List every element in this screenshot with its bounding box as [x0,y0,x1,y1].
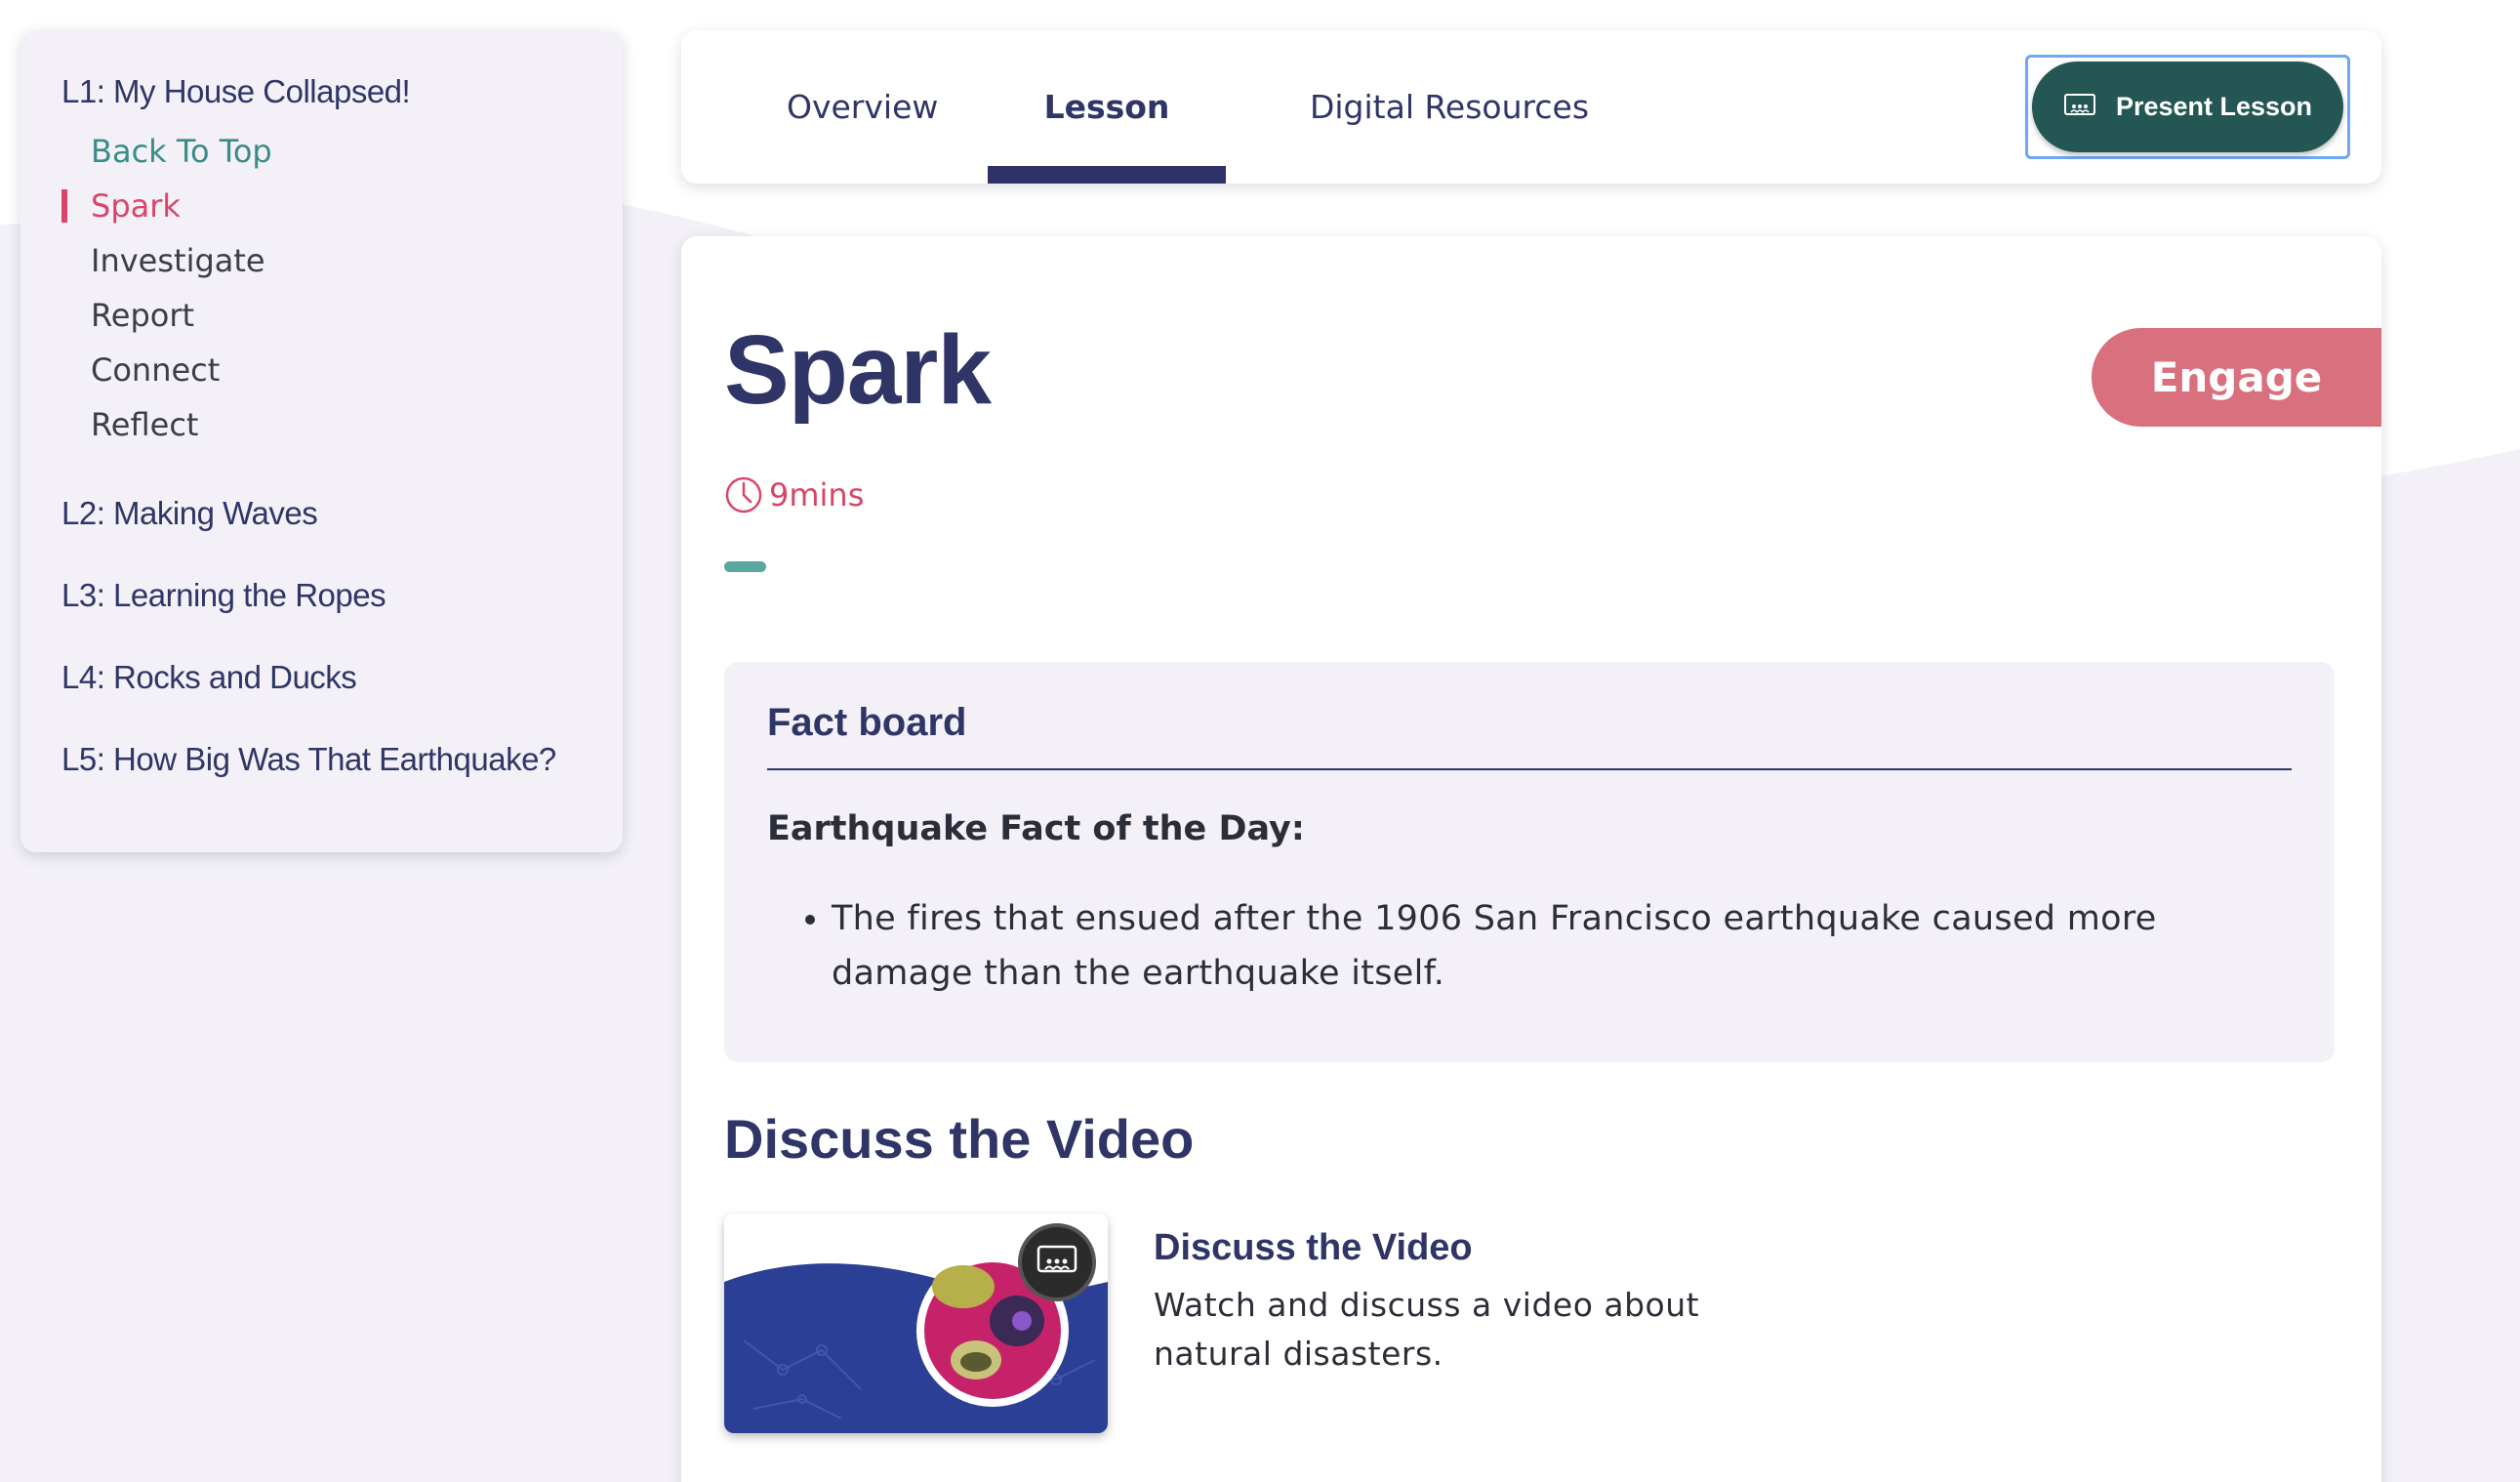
video-title[interactable]: Discuss the Video [1154,1227,1700,1269]
sidebar-item-spark[interactable]: Spark [61,179,623,233]
fact-board-title: Fact board [767,701,2292,770]
sidebar-current-lesson[interactable]: L1: My House Collapsed! [61,73,623,110]
fact-board-list: The fires that ensued after the 1906 San… [767,891,2292,1001]
sidebar-item-reflect[interactable]: Reflect [61,397,623,452]
duration: 9mins [724,475,864,515]
sidebar-lesson-l2[interactable]: L2: Making Waves [61,495,623,532]
present-lesson-label: Present Lesson [2115,92,2313,121]
video-info: Discuss the Video Watch and discuss a vi… [1154,1227,1700,1379]
section-heading: Discuss the Video [724,1108,1195,1170]
clock-icon [725,476,762,514]
sidebar-item-back-to-top[interactable]: Back To Top [61,124,623,179]
fact-board-bullet: The fires that ensued after the 1906 San… [832,891,2292,1001]
sidebar-lesson-l5[interactable]: L5: How Big Was That Earthquake? [61,741,623,778]
present-screen-icon [1036,1245,1077,1273]
tab-overview[interactable]: Overview [787,30,938,184]
fact-board: Fact board Earthquake Fact of the Day: T… [724,662,2335,1062]
lesson-tabbar: Overview Lesson Digital Resources Presen… [681,30,2381,184]
title-accent-bar [724,561,766,572]
sidebar-lesson-l4[interactable]: L4: Rocks and Ducks [61,659,623,696]
sidebar-item-connect[interactable]: Connect [61,343,623,397]
lesson-sidebar: L1: My House Collapsed! Back To Top Spar… [20,30,623,852]
video-description: Watch and discuss a video about natural … [1154,1286,1700,1373]
present-screen-icon [2063,93,2095,115]
sidebar-lesson-l3[interactable]: L3: Learning the Ropes [61,577,623,614]
present-video-button[interactable] [1018,1223,1096,1301]
present-lesson-focus-ring: Present Lesson [2025,55,2350,159]
active-tab-underline [988,166,1226,184]
sidebar-item-report[interactable]: Report [61,288,623,343]
sidebar-item-investigate[interactable]: Investigate [61,233,623,288]
page-title: Spark [724,315,992,425]
lesson-content: Spark Engage 9mins Fact board Earthquake… [681,236,2381,1482]
tab-lesson[interactable]: Lesson [988,30,1226,184]
sidebar-section-list: Back To Top Spark Investigate Report Con… [61,124,623,452]
present-lesson-button[interactable]: Present Lesson [2032,62,2343,152]
video-thumbnail[interactable] [724,1214,1108,1433]
phase-badge: Engage [2092,328,2381,427]
duration-text: 9mins [769,476,865,514]
fact-board-subtitle: Earthquake Fact of the Day: [767,809,1305,848]
tab-digital-resources[interactable]: Digital Resources [1288,30,1610,184]
